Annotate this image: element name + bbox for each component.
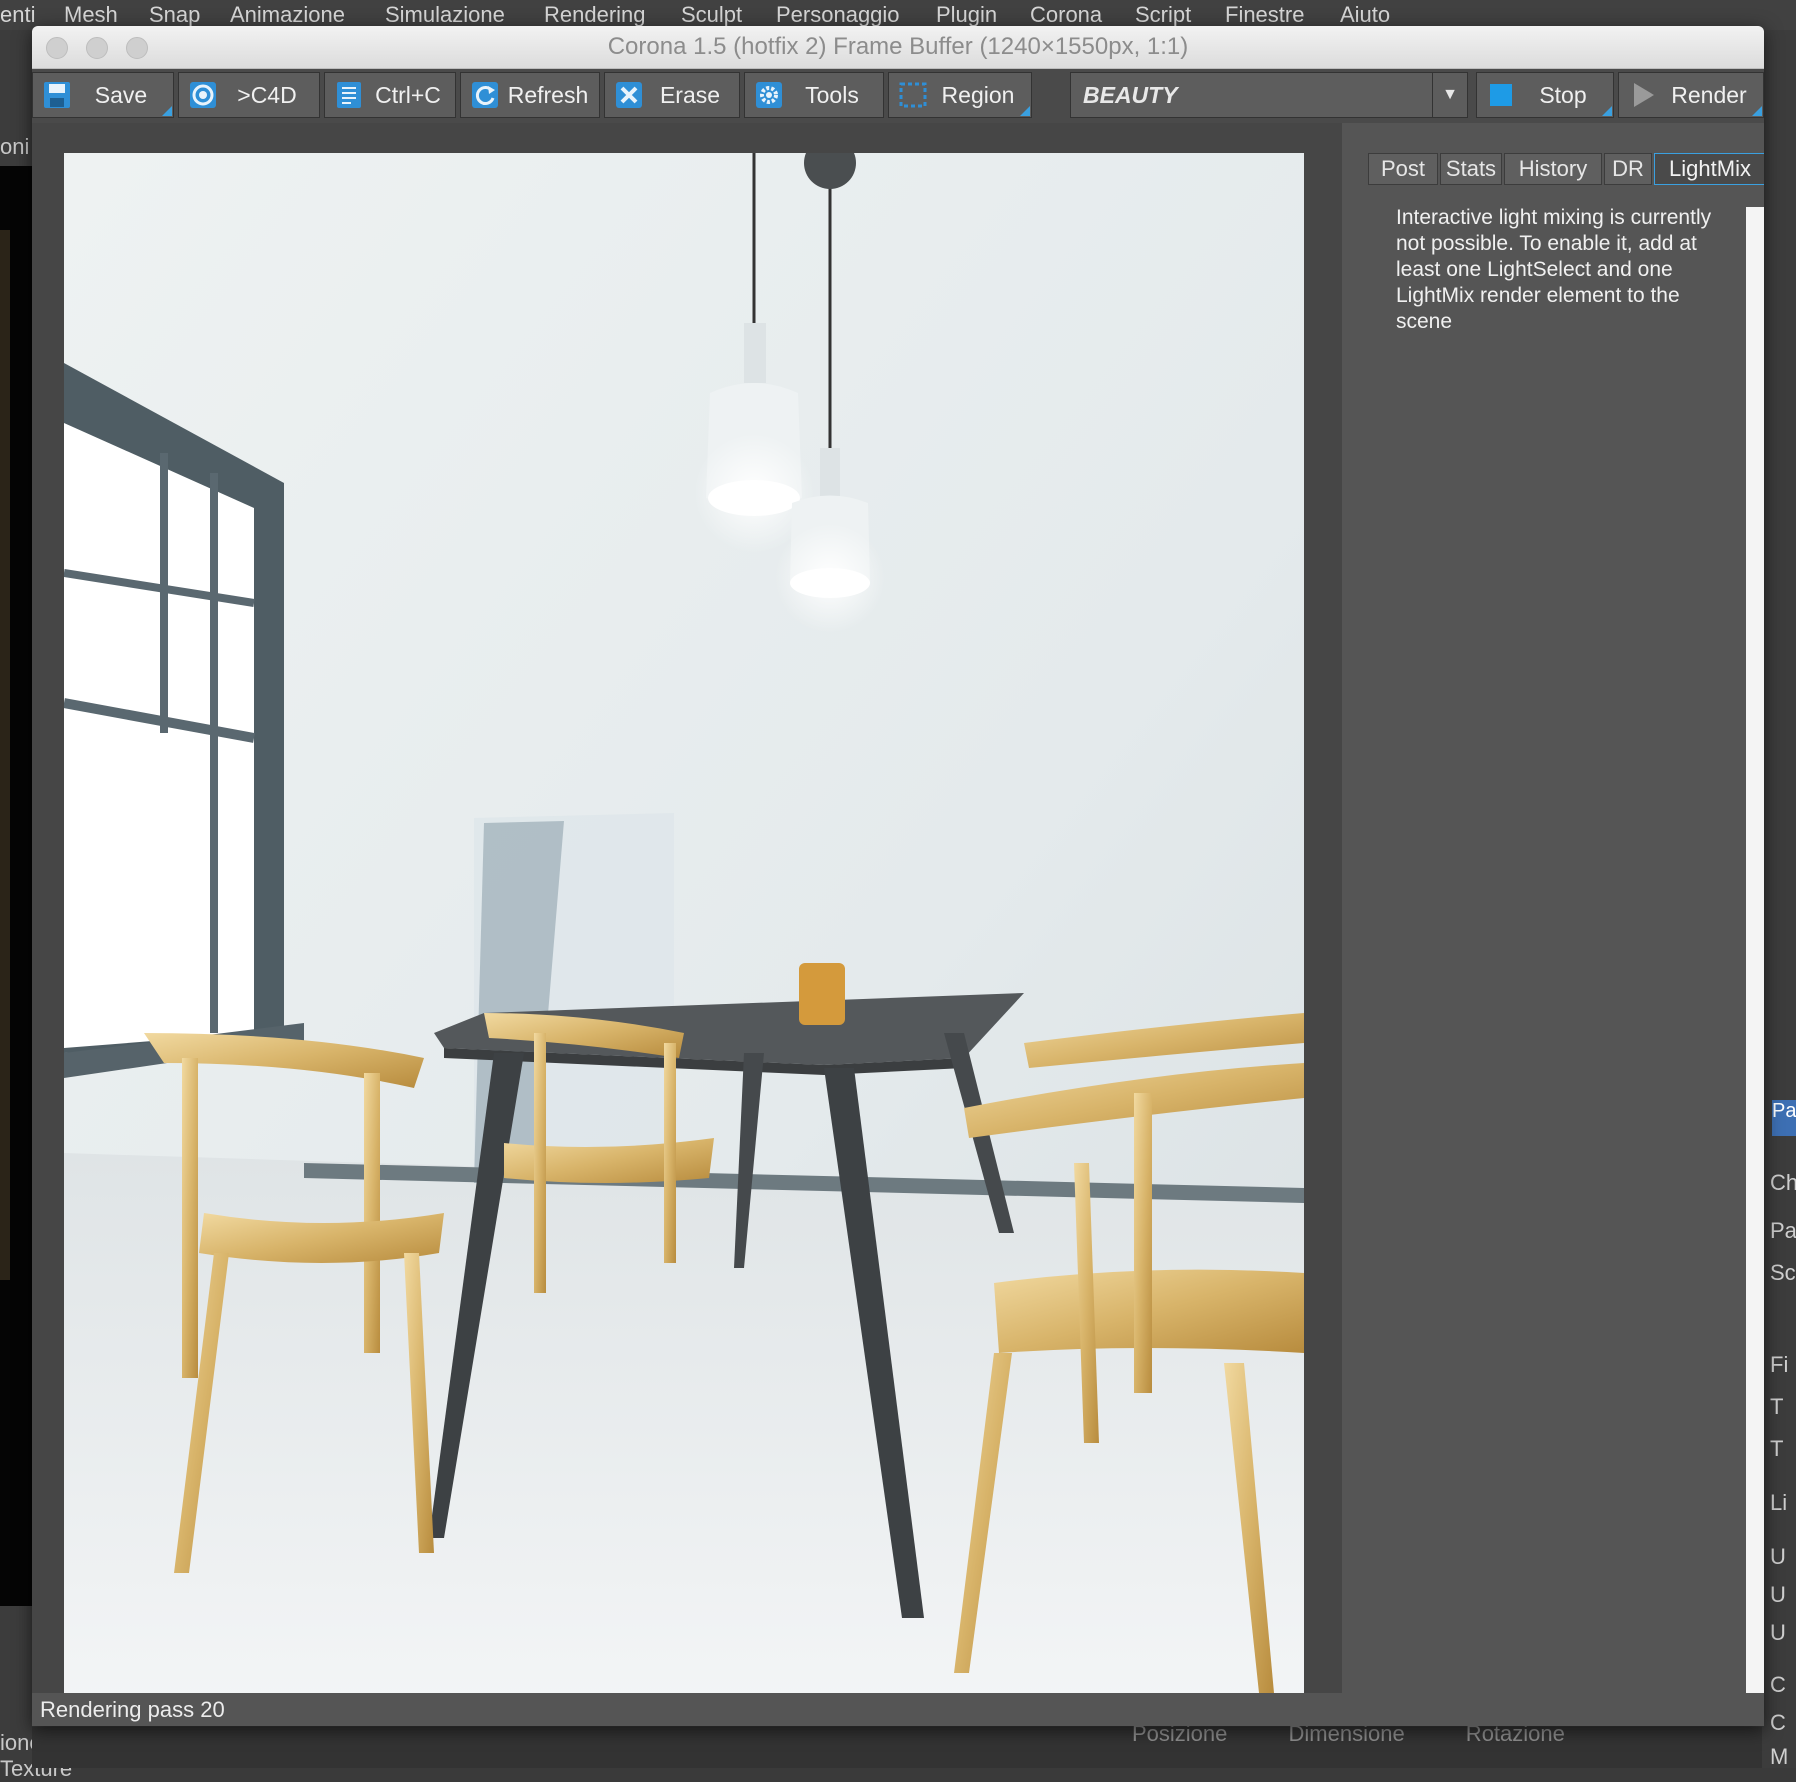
menu-item-sculpt[interactable]: Sculpt <box>681 2 742 28</box>
side-panel-scrollbar[interactable] <box>1746 207 1764 1726</box>
background-right-label: T <box>1770 1436 1784 1461</box>
background-right-label: T <box>1770 1394 1784 1419</box>
background-bottom-bar: Posizione Dimensione Rotazione <box>32 1721 1762 1768</box>
background-right-label: Fi <box>1770 1352 1789 1377</box>
save-options-corner <box>162 106 172 116</box>
window-title: Corona 1.5 (hotfix 2) Frame Buffer (1240… <box>607 33 1189 60</box>
region-icon <box>895 77 931 113</box>
background-right-panel: Chi Par Sc Fi T T Li U U U C C M Pa <box>1762 30 1796 1769</box>
menu-item-rendering[interactable]: Rendering <box>544 2 646 28</box>
render-viewport[interactable] <box>32 123 1342 1703</box>
background-right-label: M <box>1770 1744 1789 1769</box>
menu-item-mesh[interactable]: Mesh <box>64 2 118 28</box>
background-right-label: Sc <box>1770 1260 1796 1285</box>
menu-item-script[interactable]: Script <box>1135 2 1191 28</box>
tools-label: Tools <box>805 81 859 108</box>
tools-button[interactable]: Tools <box>744 72 884 118</box>
status-bar: Rendering pass 20 <box>32 1693 1764 1726</box>
render-label: Render <box>1671 81 1747 108</box>
stop-options-corner <box>1602 106 1612 116</box>
refresh-button[interactable]: Refresh <box>460 72 600 118</box>
menu-item-animazione[interactable]: Animazione <box>230 2 345 28</box>
tab-history[interactable]: History <box>1504 153 1602 185</box>
frame-buffer-toolbar: Save >C4D Ctrl+C Refresh Erase Tools Reg… <box>32 69 1764 123</box>
region-label: Region <box>941 81 1015 108</box>
save-icon <box>39 77 75 113</box>
c4d-icon <box>185 77 221 113</box>
status-text: Rendering pass 20 <box>40 1697 225 1722</box>
save-label: Save <box>94 81 148 108</box>
gear-icon <box>751 77 787 113</box>
refresh-label: Refresh <box>507 81 589 108</box>
menu-item-finestre[interactable]: Finestre <box>1225 2 1304 28</box>
send-to-c4d-button[interactable]: >C4D <box>178 72 320 118</box>
rendered-image[interactable] <box>64 153 1304 1703</box>
region-button[interactable]: Region <box>888 72 1032 118</box>
background-right-label: U <box>1770 1620 1786 1645</box>
background-right-label: Par <box>1770 1218 1796 1243</box>
side-panel: Post Stats History DR LightMix Interacti… <box>1342 123 1764 1726</box>
render-options-corner <box>1752 106 1762 116</box>
copy-icon <box>331 77 367 113</box>
copy-label: Ctrl+C <box>375 81 441 108</box>
channel-select[interactable]: BEAUTY ▼ <box>1070 72 1468 118</box>
background-right-label: Chi <box>1770 1170 1796 1195</box>
copy-button[interactable]: Ctrl+C <box>324 72 456 118</box>
background-right-label: Li <box>1770 1490 1788 1515</box>
menu-item-simulazione[interactable]: Simulazione <box>385 2 505 28</box>
tab-lightmix[interactable]: LightMix <box>1654 153 1764 185</box>
refresh-icon <box>467 77 503 113</box>
menu-item-personaggio[interactable]: Personaggio <box>776 2 900 28</box>
save-button[interactable]: Save <box>32 72 174 118</box>
stop-button[interactable]: Stop <box>1476 72 1614 118</box>
tab-post[interactable]: Post <box>1368 153 1438 185</box>
play-icon <box>1625 77 1661 113</box>
lightmix-message: Interactive light mixing is currently no… <box>1396 206 1712 333</box>
menu-item-corona[interactable]: Corona <box>1030 2 1102 28</box>
menu-item-enti[interactable]: enti <box>0 2 35 28</box>
menu-item-plugin[interactable]: Plugin <box>936 2 997 28</box>
background-right-label: U <box>1770 1582 1786 1607</box>
render-button[interactable]: Render <box>1618 72 1764 118</box>
window-titlebar[interactable]: Corona 1.5 (hotfix 2) Frame Buffer (1240… <box>32 26 1764 69</box>
menu-item-snap[interactable]: Snap <box>149 2 200 28</box>
background-left-label: oni <box>0 134 30 159</box>
channel-select-value: BEAUTY <box>1083 82 1178 108</box>
background-viewport-object <box>0 230 10 1280</box>
region-options-corner <box>1020 106 1030 116</box>
chevron-down-icon[interactable]: ▼ <box>1432 73 1467 117</box>
background-right-label: C <box>1770 1710 1786 1735</box>
erase-button[interactable]: Erase <box>604 72 740 118</box>
send-to-c4d-label: >C4D <box>237 81 297 108</box>
erase-icon <box>611 77 647 113</box>
erase-label: Erase <box>659 81 721 108</box>
background-right-selected-tab[interactable]: Pa <box>1772 1100 1796 1136</box>
tab-dr[interactable]: DR <box>1604 153 1652 185</box>
stop-label: Stop <box>1539 81 1587 108</box>
background-right-label: C <box>1770 1672 1786 1697</box>
frame-buffer-window: Corona 1.5 (hotfix 2) Frame Buffer (1240… <box>32 26 1764 1726</box>
stop-icon <box>1483 77 1519 113</box>
background-right-label: U <box>1770 1544 1786 1569</box>
tab-stats[interactable]: Stats <box>1440 153 1502 185</box>
menu-item-aiuto[interactable]: Aiuto <box>1340 2 1390 28</box>
background-left-panel: oni ione Texture <box>0 30 72 1781</box>
